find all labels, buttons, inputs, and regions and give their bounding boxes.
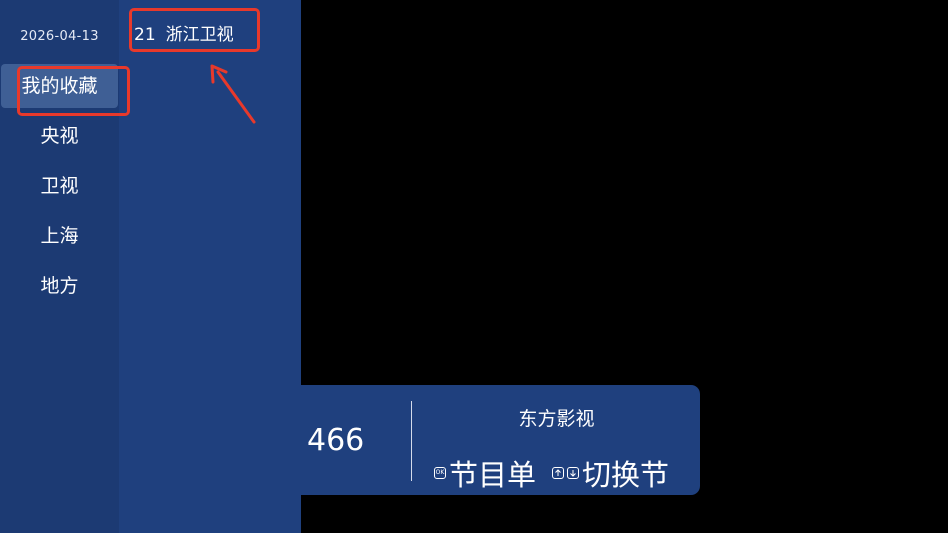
down-key-icon bbox=[567, 467, 580, 479]
current-channel-name: 东方影视 bbox=[518, 408, 595, 430]
switch-channel-hint: 切换节 bbox=[582, 458, 670, 492]
channel-info-bar: 466 东方影视 OK 节目单 切换节 bbox=[301, 385, 700, 495]
channel-list-panel: 21 浙江卫视 bbox=[119, 0, 301, 533]
channel-item-name: 浙江卫视 bbox=[165, 25, 234, 45]
current-date: 2026-04-13 bbox=[20, 29, 99, 44]
key-hints: OK 节目单 切换节 bbox=[434, 455, 670, 492]
info-divider bbox=[411, 401, 412, 481]
category-satellite[interactable]: 卫视 bbox=[0, 164, 119, 208]
category-favorites[interactable]: 我的收藏 bbox=[1, 64, 118, 108]
up-key-icon bbox=[552, 467, 565, 479]
category-cctv[interactable]: 央视 bbox=[0, 114, 119, 158]
category-shanghai[interactable]: 上海 bbox=[0, 214, 119, 258]
category-local[interactable]: 地方 bbox=[0, 264, 119, 308]
category-sidebar: 2026-04-13 我的收藏 央视 卫视 上海 地方 bbox=[0, 0, 119, 533]
program-guide-hint: 节目单 bbox=[449, 458, 537, 492]
ok-key-icon: OK bbox=[434, 467, 446, 479]
channel-item-number: 21 bbox=[134, 25, 156, 45]
current-channel-number: 466 bbox=[307, 423, 365, 458]
channel-list-item[interactable]: 21 浙江卫视 bbox=[134, 21, 234, 49]
